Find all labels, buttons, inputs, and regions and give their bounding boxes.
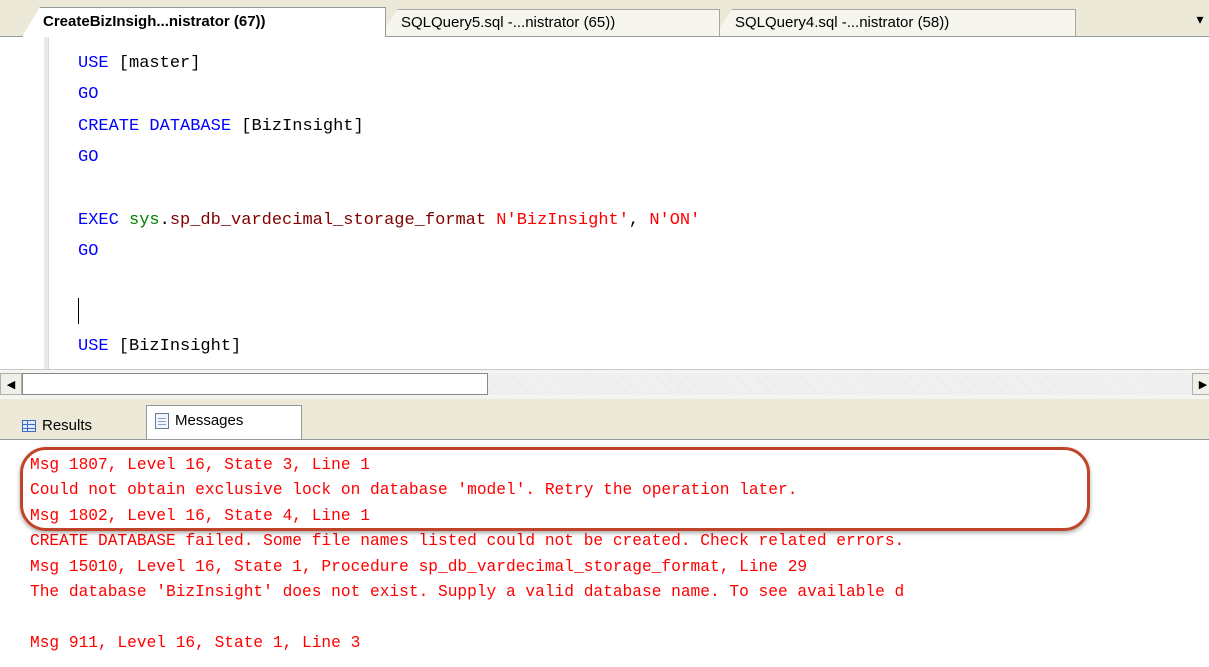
code-token: [BizInsight] (231, 116, 364, 136)
sql-editor[interactable]: USE [master] GO CREATE DATABASE [BizInsigh… (0, 37, 1209, 369)
code-token: DATABASE (149, 116, 232, 136)
horizontal-scrollbar[interactable]: ◀ ▶ (0, 369, 1209, 400)
scroll-right-arrow-icon[interactable]: ▶ (1192, 373, 1209, 395)
code-token: [master] (108, 54, 201, 73)
highlight-annotation-ring (20, 447, 1090, 531)
code-token: GO (78, 242, 99, 262)
code-token: N'BizInsight' (496, 210, 629, 230)
code-token: N'ON' (649, 210, 701, 230)
dropdown-arrow-icon[interactable]: ▾ (1193, 12, 1207, 26)
tab-results-label: Results (42, 417, 93, 434)
code-token: GO (78, 148, 99, 168)
code-line: USE [master] (78, 48, 700, 79)
scroll-left-arrow-icon[interactable]: ◀ (0, 373, 22, 395)
code-token: EXEC (78, 210, 119, 230)
code-token: . (159, 210, 170, 230)
code-line: GO (78, 142, 700, 173)
message-line: The database 'BizInsight' does not exist… (30, 582, 905, 601)
code-token: , (628, 210, 650, 230)
code-token: USE (78, 336, 109, 356)
message-line: CREATE DATABASE failed. Some file names … (30, 532, 905, 551)
code-line: GO (78, 362, 700, 369)
results-tab-strip: Results Messages (0, 399, 1209, 439)
tab-messages[interactable]: Messages (146, 405, 302, 439)
code-line: GO (78, 236, 700, 267)
code-token: USE (78, 54, 109, 73)
code-lines: USE [master] GO CREATE DATABASE [BizInsigh… (78, 48, 700, 369)
tab-createbizinsight[interactable]: CreateBizInsigh...nistrator (67)) (22, 7, 386, 37)
scrollbar-thumb[interactable] (22, 373, 488, 395)
code-token: CREATE (78, 116, 140, 136)
code-token: [BizInsight] (108, 336, 242, 356)
grid-icon (22, 420, 36, 433)
code-line: GO (78, 79, 700, 110)
tab-sqlquery4[interactable]: SQLQuery4.sql -...nistrator (58)) (714, 9, 1076, 36)
message-line: Msg 15010, Level 16, State 1, Procedure … (30, 557, 808, 576)
editor-gutter (0, 37, 49, 369)
tab-results[interactable]: Results (22, 415, 92, 437)
code-token: GO (78, 85, 99, 105)
code-token: sys (129, 210, 160, 230)
tab-sqlquery5[interactable]: SQLQuery5.sql -...nistrator (65)) (380, 9, 720, 36)
code-line: CREATE DATABASE [BizInsight] (78, 111, 700, 142)
code-line: USE [BizInsight] (78, 331, 700, 362)
message-line: Msg 911, Level 16, State 1, Line 3 (30, 633, 361, 652)
tab-messages-label: Messages (175, 412, 244, 429)
text-caret (78, 298, 79, 324)
code-token: sp_db_vardecimal_storage_format (169, 210, 487, 230)
messages-icon (155, 413, 169, 430)
message-line (30, 605, 904, 630)
scrollbar-track[interactable] (488, 373, 1192, 395)
change-marker (44, 37, 48, 369)
code-line: EXEC sys.sp_db_vardecimal_storage_format… (78, 205, 700, 236)
query-tab-strip: SQLQuery4.sql -...nistrator (58)) SQLQue… (0, 0, 1209, 37)
